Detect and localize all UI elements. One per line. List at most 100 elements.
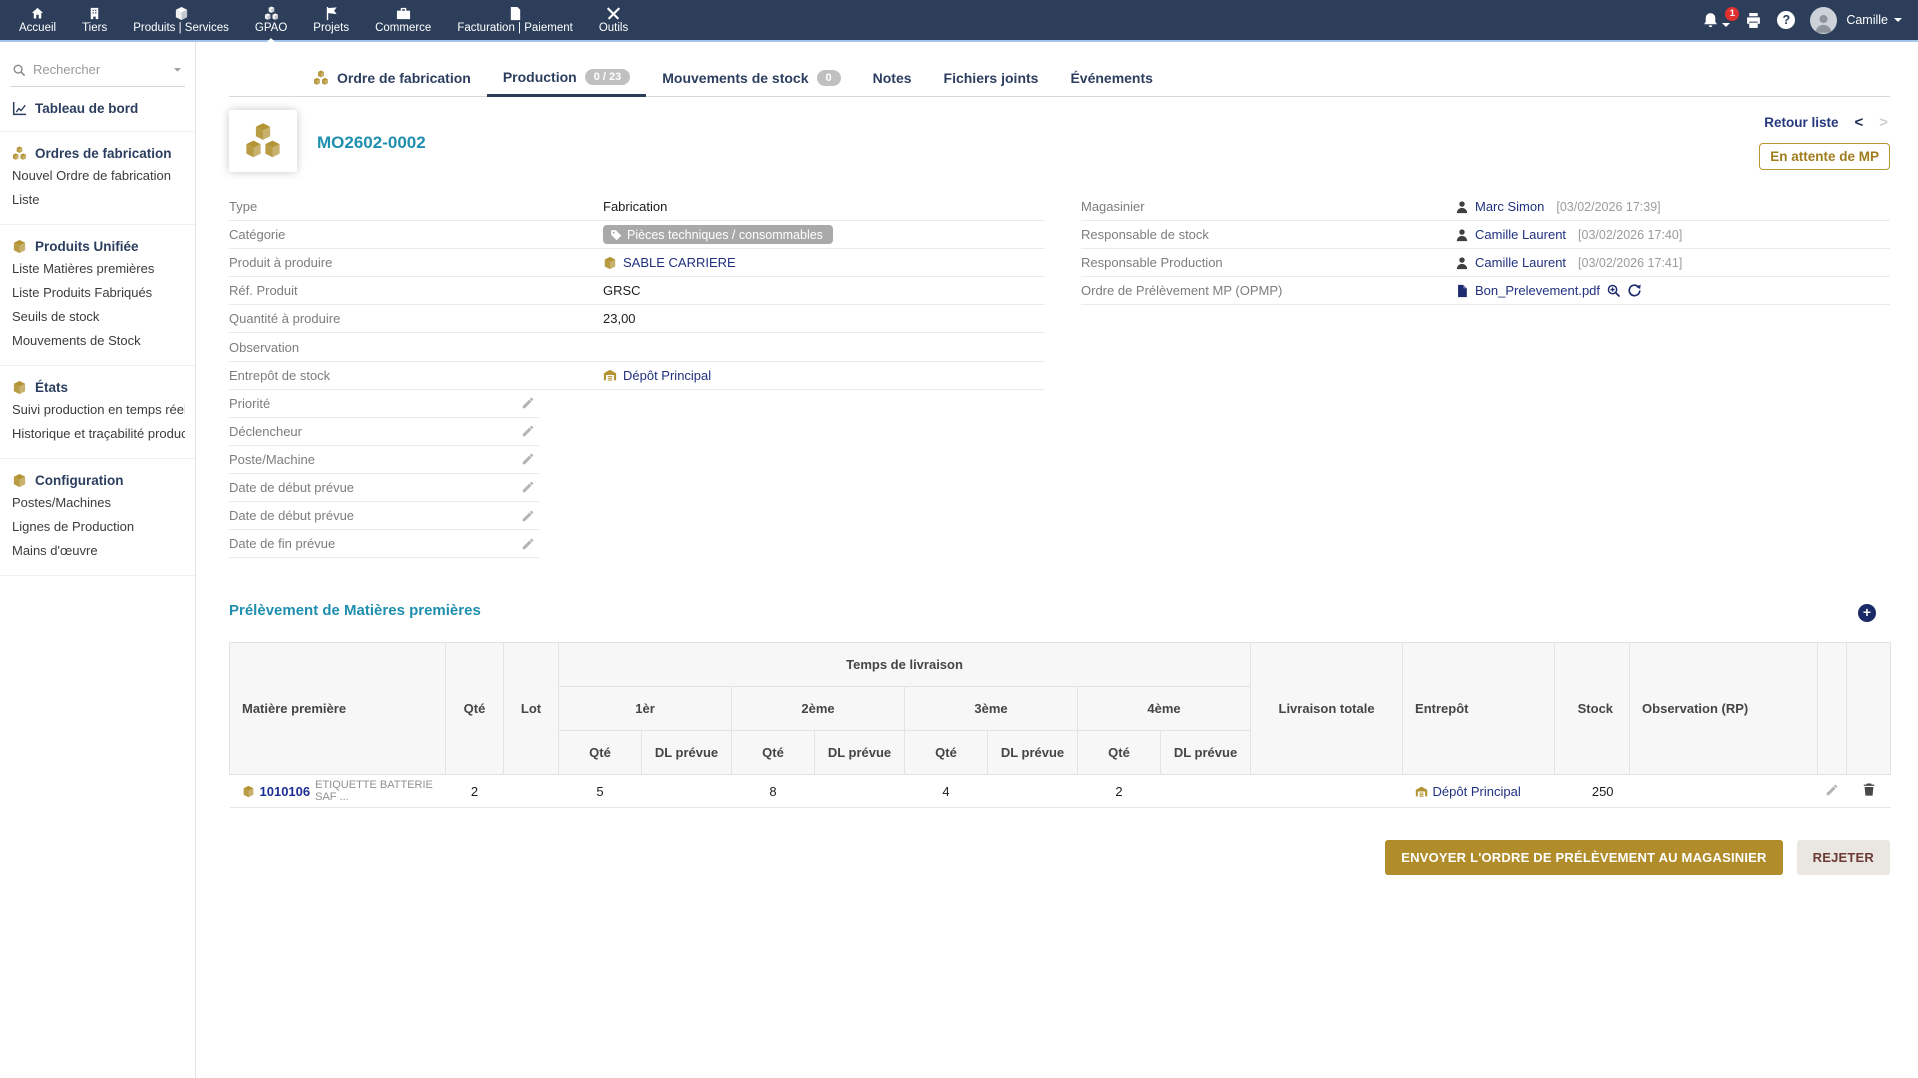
detail-row-categorie: Catégorie Pièces techniques / consommabl… (229, 221, 1045, 249)
zoom-plus-icon[interactable] (1606, 283, 1621, 298)
person-icon (1455, 228, 1469, 242)
sidebar-section-configuration: Configuration Postes/Machines Lignes de … (0, 459, 195, 576)
previous-record-chevron[interactable]: < (1854, 114, 1863, 131)
user-link[interactable]: Marc Simon (1475, 199, 1544, 214)
tab-notes[interactable]: Notes (857, 60, 928, 96)
sidebar-item-lignes-production[interactable]: Lignes de Production (10, 514, 185, 538)
user-link[interactable]: Camille Laurent (1475, 227, 1566, 242)
search-icon (12, 63, 26, 77)
edit-pencil-icon[interactable] (521, 424, 535, 438)
tab-label: Mouvements de stock (662, 70, 808, 86)
sidebar-item-mains-oeuvre[interactable]: Mains d'œuvre (10, 538, 185, 562)
sidebar-item-postes-machines[interactable]: Postes/Machines (10, 490, 185, 514)
top-navbar: Accueil Tiers Produits | Services GPAO P… (0, 0, 1918, 42)
user-link[interactable]: Camille Laurent (1475, 255, 1566, 270)
sidebar-item-liste[interactable]: Liste (10, 187, 185, 211)
edit-pencil-icon[interactable] (521, 452, 535, 466)
sidebar-item-liste-matieres[interactable]: Liste Matières premières (10, 256, 185, 280)
warehouse-link[interactable]: Dépôt Principal (623, 368, 711, 383)
avatar[interactable] (1810, 7, 1837, 34)
field-value: Camille Laurent [03/02/2026 17:41] (1455, 255, 1682, 270)
cell-d1-qty: 5 (559, 775, 642, 808)
trash-icon[interactable] (1862, 782, 1876, 797)
sidebar-item-liste-produits-fabriques[interactable]: Liste Produits Fabriqués (10, 280, 185, 304)
edit-pencil-icon[interactable] (521, 396, 535, 410)
printer-icon[interactable] (1745, 12, 1762, 29)
col-header-livraison-totale: Livraison totale (1251, 643, 1403, 775)
field-label: Observation (229, 340, 603, 355)
field-label: Catégorie (229, 227, 603, 242)
nav-item-produits-services[interactable]: Produits | Services (120, 0, 242, 41)
tab-ordre-de-fabrication[interactable]: Ordre de fabrication (297, 60, 487, 96)
sidebar-item-seuils-stock[interactable]: Seuils de stock (10, 304, 185, 328)
back-to-list-link[interactable]: Retour liste (1764, 115, 1838, 130)
sidebar-item-suivi-production[interactable]: Suivi production en temps réel (10, 397, 185, 421)
nav-item-facturation[interactable]: Facturation | Paiement (444, 0, 586, 41)
sidebar-section-title: Ordres de fabrication (35, 146, 172, 161)
pdf-file-icon (1455, 284, 1469, 298)
detail-row-opmp: Ordre de Prélèvement MP (OPMP) Bon_Prele… (1081, 277, 1890, 305)
tab-mouvements-de-stock[interactable]: Mouvements de stock 0 (646, 60, 856, 96)
next-record-chevron[interactable]: > (1879, 114, 1888, 131)
tabs-bar: Ordre de fabrication Production 0 / 23 M… (229, 60, 1890, 97)
tab-label: Événements (1070, 70, 1152, 86)
tab-evenements[interactable]: Événements (1054, 60, 1168, 96)
product-link[interactable]: SABLE CARRIERE (623, 255, 736, 270)
sidebar-item-nouvel-ordre[interactable]: Nouvel Ordre de fabrication (10, 163, 185, 187)
material-code-link[interactable]: 1010106 (260, 784, 311, 799)
reject-button[interactable]: REJETER (1797, 840, 1890, 875)
nav-item-gpao[interactable]: GPAO (242, 0, 300, 41)
page-title: MO2602-0002 (317, 133, 426, 153)
bell-icon (1702, 12, 1719, 29)
pdf-link[interactable]: Bon_Prelevement.pdf (1475, 283, 1600, 298)
add-material-button[interactable]: + (1858, 604, 1876, 622)
refresh-icon[interactable] (1627, 283, 1642, 298)
col-header-qte: Qté (446, 643, 504, 775)
nav-item-outils[interactable]: Outils (586, 0, 641, 41)
cell-matiere-premiere: 1010106 ETIQUETTE BATTERIE SAF ... (230, 775, 446, 808)
send-picking-order-button[interactable]: ENVOYER L'ORDRE DE PRÉLÈVEMENT AU MAGASI… (1385, 840, 1782, 875)
material-name: ETIQUETTE BATTERIE SAF ... (315, 779, 439, 803)
tab-label: Production (503, 69, 577, 85)
sidebar-item-mouvements-stock[interactable]: Mouvements de Stock (10, 328, 185, 352)
sidebar-section-title: Produits Unifiée (35, 239, 139, 254)
col-header-stock: Stock (1555, 643, 1630, 775)
sidebar-section-ordres: Ordres de fabrication Nouvel Ordre de fa… (0, 132, 195, 225)
notification-count-badge: 1 (1725, 7, 1739, 21)
edit-pencil-icon[interactable] (521, 537, 535, 551)
sidebar-item-tableau-de-bord[interactable]: Tableau de bord (10, 100, 185, 118)
nav-item-projets[interactable]: Projets (300, 0, 362, 41)
navbar-right-cluster: 1 ? Camille (1702, 7, 1902, 34)
sidebar-search[interactable] (10, 60, 185, 87)
person-icon (1813, 13, 1834, 34)
user-menu[interactable]: Camille (1846, 13, 1902, 27)
nav-item-accueil[interactable]: Accueil (6, 0, 69, 41)
flag-icon (324, 6, 339, 21)
col-subheader-dl: DL prévue (815, 731, 905, 775)
help-icon[interactable]: ? (1777, 11, 1795, 29)
detail-row-entrepot: Entrepôt de stock Dépôt Principal (229, 362, 1045, 390)
tab-production[interactable]: Production 0 / 23 (487, 60, 646, 97)
col-subheader-qte: Qté (1078, 731, 1161, 775)
nav-item-label: Commerce (375, 23, 431, 34)
col-subheader-qte: Qté (559, 731, 642, 775)
field-value: Fabrication (603, 199, 667, 214)
field-value: Dépôt Principal (603, 368, 711, 383)
field-label: Quantité à produire (229, 311, 603, 326)
field-label: Responsable de stock (1081, 227, 1455, 242)
object-icon-card (229, 110, 297, 172)
search-input[interactable] (33, 62, 165, 77)
nav-item-tiers[interactable]: Tiers (69, 0, 120, 41)
notifications-button[interactable]: 1 (1702, 12, 1730, 29)
tab-fichiers-joints[interactable]: Fichiers joints (928, 60, 1055, 96)
edit-pencil-icon[interactable] (521, 509, 535, 523)
warehouse-link[interactable]: Dépôt Principal (1433, 784, 1521, 799)
timestamp: [03/02/2026 17:39] (1556, 200, 1660, 214)
col-header-delivery-3: 3ème (905, 687, 1078, 731)
nav-item-commerce[interactable]: Commerce (362, 0, 444, 41)
edit-pencil-icon[interactable] (1825, 783, 1839, 797)
edit-pencil-icon[interactable] (521, 480, 535, 494)
product-box-icon (174, 6, 189, 21)
sidebar-item-historique-tracabilite[interactable]: Historique et traçabilité production (10, 421, 185, 445)
chart-icon (12, 101, 27, 116)
